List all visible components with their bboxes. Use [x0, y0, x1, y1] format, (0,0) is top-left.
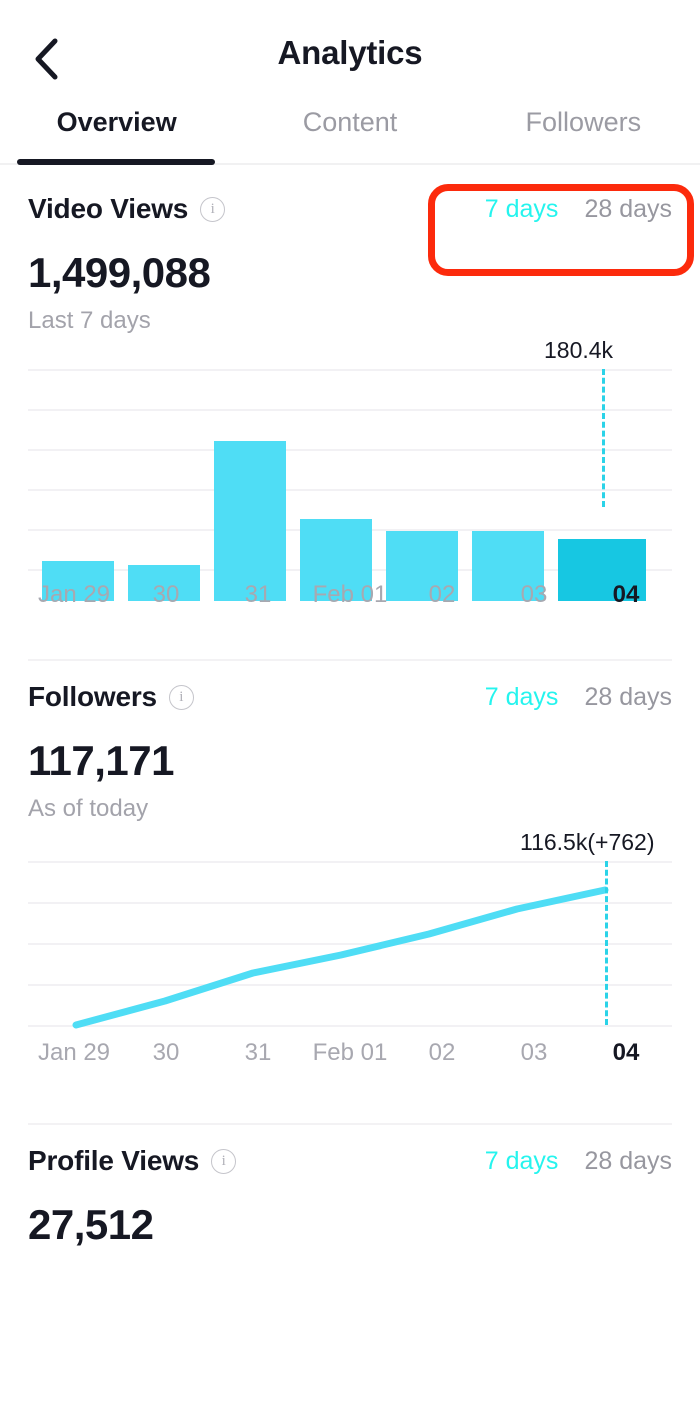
profile-views-title-wrap: Profile Views i [28, 1145, 237, 1177]
followers-title: Followers [28, 681, 157, 712]
line-chart-x-axis: Jan 29 30 31 Feb 01 02 03 04 [28, 1039, 672, 1067]
followers-line-series [72, 886, 609, 1029]
x-tick-feb-01: Feb 01 [312, 1039, 388, 1066]
followers-value: 117,171 [28, 737, 175, 784]
x-tick-04: 04 [612, 581, 640, 608]
profile-views-range-toggle: 7 days 28 days [485, 1147, 672, 1176]
analytics-screen: Analytics Overview Content Followers Vid… [0, 0, 700, 1418]
x-tick-jan-29: Jan 29 [37, 1039, 111, 1066]
tab-bar: Overview Content Followers [0, 103, 700, 167]
profile-views-value: 27,512 [28, 1201, 154, 1248]
followers-peak-label: 116.5k(+762) [520, 829, 655, 855]
followers-dashed-line [605, 861, 608, 1025]
video-views-subtitle: Last 7 days [28, 307, 151, 334]
x-tick-30: 30 [152, 1039, 180, 1066]
followers-range-toggle: 7 days 28 days [485, 683, 672, 712]
range-28-days[interactable]: 28 days [584, 683, 672, 712]
x-tick-31: 31 [244, 1039, 272, 1066]
info-icon[interactable]: i [200, 196, 226, 222]
x-tick-02: 02 [428, 1039, 456, 1066]
range-7-days[interactable]: 7 days [485, 683, 559, 712]
tab-overview[interactable]: Overview [0, 103, 233, 138]
peak-value-label: 180.4k [544, 337, 614, 363]
info-icon[interactable]: i [211, 1148, 237, 1174]
followers-title-wrap: Followers i [28, 681, 194, 713]
section-divider-profile-views [28, 1123, 672, 1125]
video-views-header: Video Views i 7 days 28 days [28, 187, 672, 231]
tab-followers[interactable]: Followers [467, 103, 700, 138]
followers-chart: 116.5k(+762) Jan 29 30 31 Feb 01 02 03 0… [28, 829, 672, 1073]
x-tick-30: 30 [152, 581, 180, 608]
range-7-days[interactable]: 7 days [485, 1147, 559, 1176]
x-tick-31: 31 [244, 581, 272, 608]
page-title: Analytics [277, 34, 423, 71]
bars-layer [28, 401, 672, 601]
followers-header: Followers i 7 days 28 days [28, 675, 672, 719]
range-28-days[interactable]: 28 days [584, 195, 672, 224]
video-views-chart: 180.4k Jan 29 30 31 Feb 01 02 03 04 [28, 337, 672, 608]
x-tick-04: 04 [612, 1039, 640, 1066]
video-views-value: 1,499,088 [28, 249, 211, 296]
tab-content[interactable]: Content [233, 103, 466, 138]
gridline [28, 369, 672, 371]
video-views-title-wrap: Video Views i [28, 193, 226, 225]
x-tick-jan-29: Jan 29 [37, 581, 111, 608]
x-tick-feb-01: Feb 01 [312, 581, 388, 608]
profile-views-header: Profile Views i 7 days 28 days [28, 1139, 672, 1183]
x-tick-03: 03 [520, 581, 548, 608]
section-divider-followers [28, 659, 672, 661]
video-views-title: Video Views [28, 193, 189, 224]
section-profile-views: Profile Views i 7 days 28 days 27,512 [0, 1123, 700, 1249]
video-views-range-toggle: 7 days 28 days [485, 195, 672, 224]
range-28-days[interactable]: 28 days [584, 1147, 672, 1176]
range-7-days[interactable]: 7 days [485, 195, 559, 224]
section-followers: Followers i 7 days 28 days 117,171 As of… [0, 659, 700, 1073]
app-header: Analytics [0, 0, 700, 103]
peak-dashed-line [602, 369, 605, 507]
section-video-views: Video Views i 7 days 28 days 1,499,088 L… [0, 167, 700, 608]
x-tick-02: 02 [428, 581, 456, 608]
bar-chart-x-axis: Jan 29 30 31 Feb 01 02 03 04 [28, 581, 672, 609]
profile-views-title: Profile Views [28, 1145, 200, 1176]
x-tick-03: 03 [520, 1039, 548, 1066]
active-tab-indicator [17, 159, 215, 165]
bar-31[interactable] [214, 441, 286, 601]
followers-subtitle: As of today [28, 795, 149, 822]
info-icon[interactable]: i [168, 684, 194, 710]
